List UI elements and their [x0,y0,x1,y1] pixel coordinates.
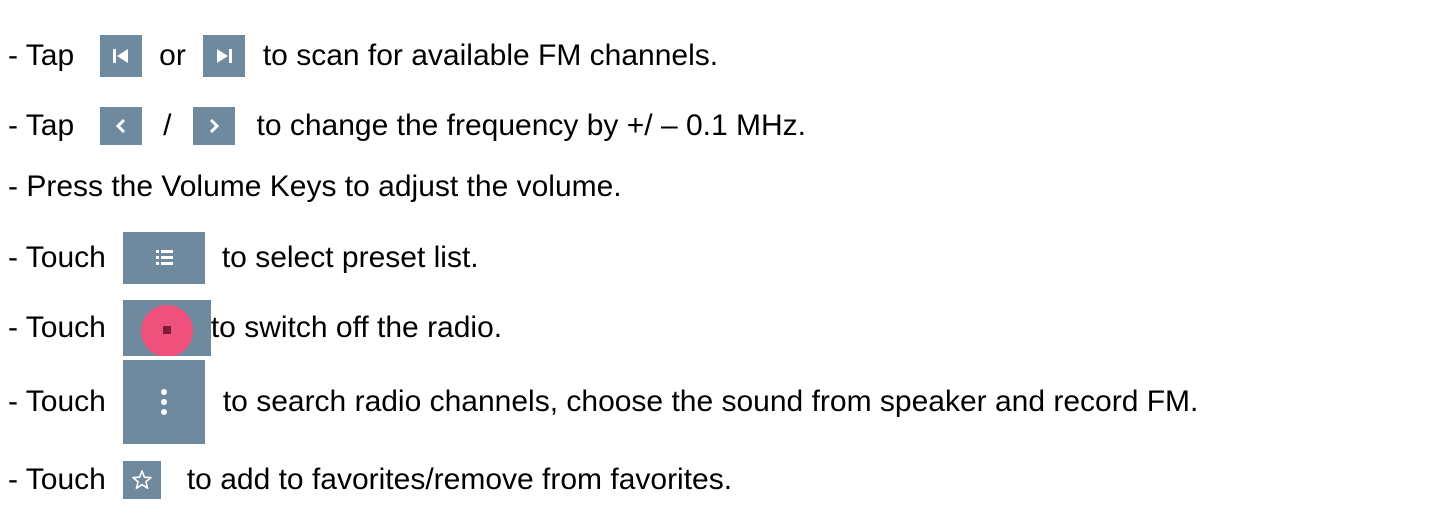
instruction-scan-or: or [159,39,186,72]
skip-next-icon [202,35,245,77]
instruction-power-suffix: to switch off the radio. [210,311,503,344]
instruction-tune-slash: / [163,109,172,142]
instruction-tune-prefix: - Tap [8,109,75,142]
instruction-power-prefix: - Touch [8,311,106,344]
instruction-scan: - Tap or to scan for available FM channe… [8,28,718,84]
chevron-right-icon [192,107,235,145]
instruction-scan-suffix: to scan for available FM channels. [262,39,719,72]
list-icon [122,232,205,284]
star-outline-icon [122,461,161,499]
instruction-tune-suffix: to change the frequency by +/ – 0.1 MHz. [256,109,807,142]
instruction-volume-text: - Press the Volume Keys to adjust the vo… [8,170,622,203]
instruction-preset: - Touch to select preset list. [8,230,479,286]
instruction-menu: - Touch to search radio channels, choose… [8,360,1198,444]
instruction-preset-suffix: to select preset list. [221,241,479,274]
stop-icon [122,300,211,356]
instruction-menu-suffix: to search radio channels, choose the sou… [222,385,1199,418]
more-vertical-icon [122,360,205,444]
instruction-volume: - Press the Volume Keys to adjust the vo… [8,159,622,215]
chevron-left-icon [100,107,143,145]
instruction-power: - Touch to switch off the radio. [8,300,502,356]
instruction-menu-prefix: - Touch [8,385,106,418]
instruction-favorite-prefix: - Touch [8,463,106,496]
instruction-tune: - Tap / to change the frequency by +/ – … [8,98,806,154]
instruction-favorite: - Touch to add to favorites/remove from … [8,452,732,508]
skip-previous-icon [100,35,143,77]
instruction-scan-prefix: - Tap [8,39,75,72]
instruction-favorite-suffix: to add to favorites/remove from favorite… [186,463,733,496]
instruction-preset-prefix: - Touch [8,241,106,274]
